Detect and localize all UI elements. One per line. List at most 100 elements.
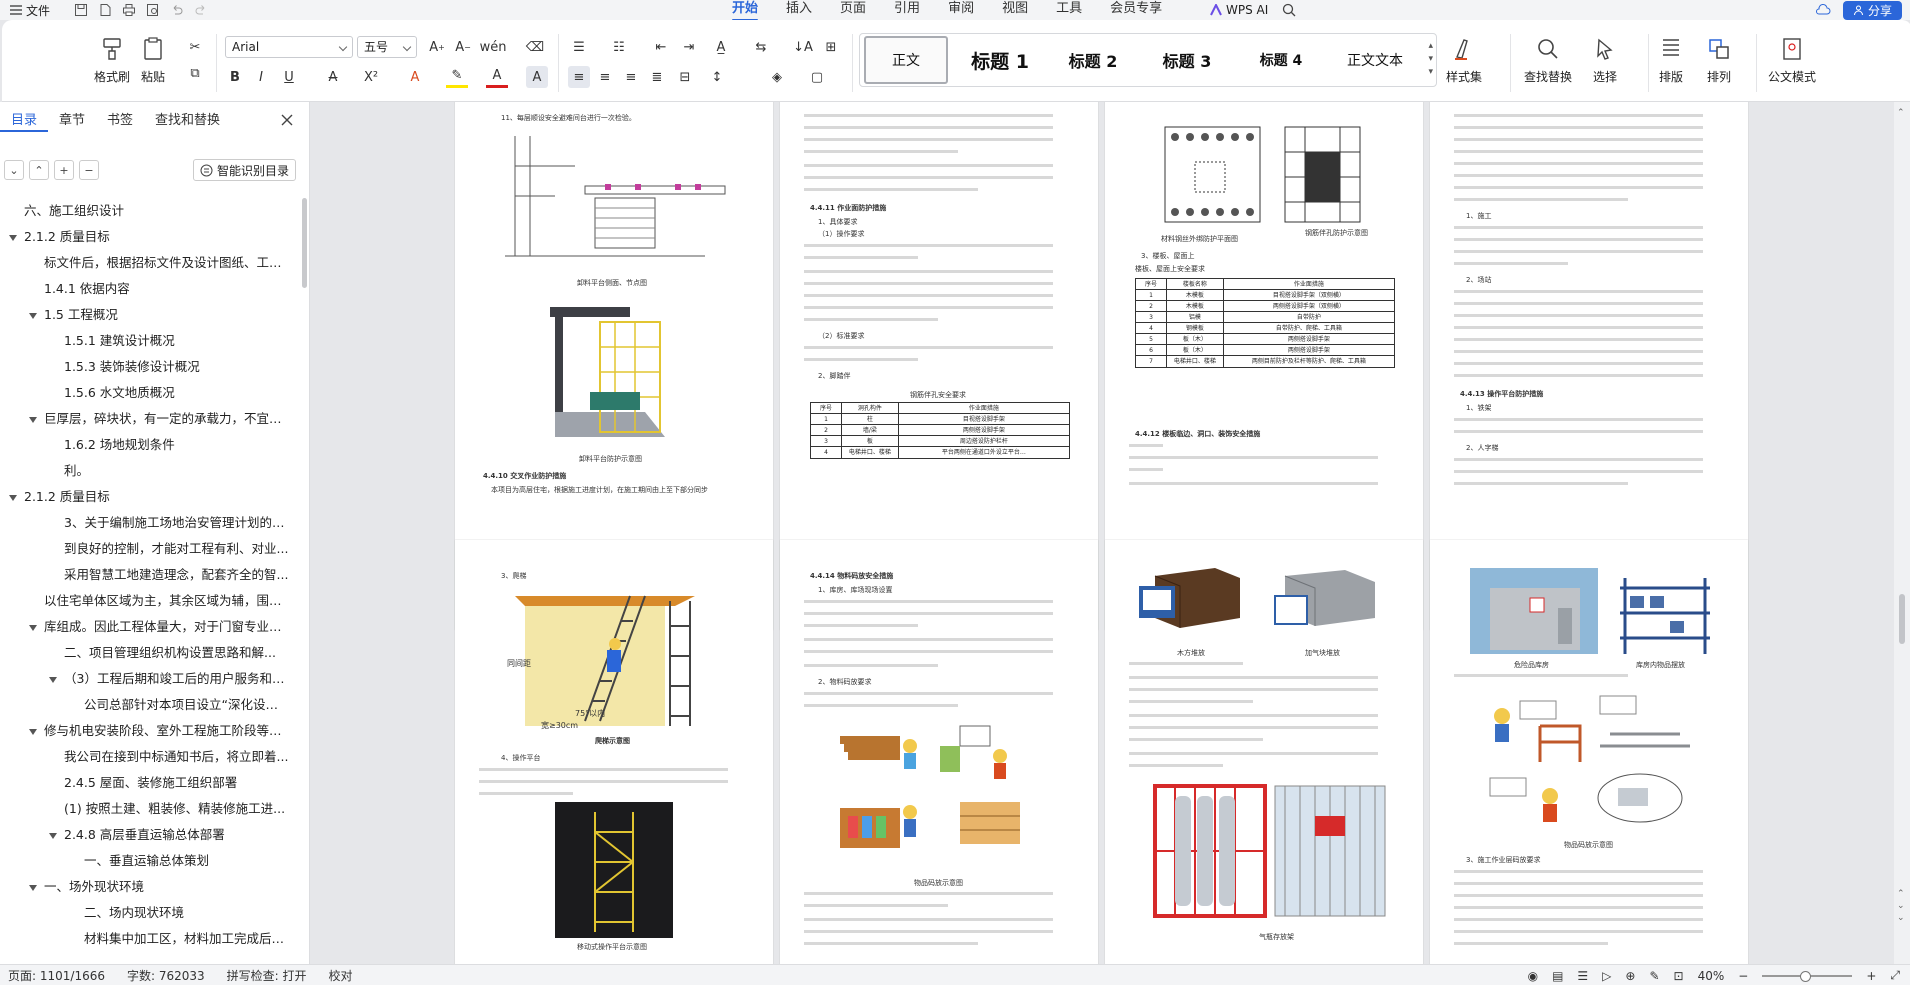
- text-direction-icon[interactable]: ⇆: [750, 36, 772, 58]
- cloud-sync-icon[interactable]: [1815, 3, 1831, 17]
- toc-item[interactable]: 标文件后，根据招标文件及设计图纸、工程...: [0, 250, 295, 276]
- toc-item[interactable]: 库组成。因此工程体量大，对于门窗专业、...: [0, 614, 295, 640]
- expand-up-icon[interactable]: ⌃: [29, 160, 49, 180]
- toc-item[interactable]: 巨厚层，碎块状，有一定的承载力，不宜作...: [0, 406, 295, 432]
- web-view-icon[interactable]: ⊕: [1625, 969, 1635, 983]
- superscript-icon[interactable]: X²: [360, 66, 382, 88]
- document-canvas[interactable]: 11、每层顺设安全避难间台进行一次检验。 卸料平台侧面、节点图 卸料平台防护示意…: [311, 102, 1894, 964]
- page-count[interactable]: 页面: 1101/1666: [8, 967, 105, 984]
- toc-item[interactable]: 2.1.2 质量目标: [0, 224, 295, 250]
- toc-item[interactable]: 1.5 工程概况: [0, 302, 295, 328]
- arrange-button[interactable]: 排列: [1706, 36, 1732, 85]
- nav-tab-toc[interactable]: 目录: [0, 110, 49, 132]
- toc-item[interactable]: 1.4.1 依据内容: [0, 276, 295, 302]
- expand-caret-icon[interactable]: [29, 417, 37, 423]
- nav-tab-chapters[interactable]: 章节: [48, 110, 96, 132]
- toc-item[interactable]: 采用智慧工地建造理念，配套齐全的智...: [0, 562, 295, 588]
- format-painter-button[interactable]: 格式刷: [94, 36, 130, 85]
- print-preview-icon[interactable]: [146, 3, 160, 17]
- official-doc-mode-button[interactable]: 公文模式: [1768, 36, 1816, 85]
- eye-protection-icon[interactable]: ◉: [1528, 969, 1538, 983]
- toc-item[interactable]: 我公司在接到中标通知书后，将立即着...: [0, 744, 295, 770]
- decrease-indent-icon[interactable]: ⇤: [650, 36, 672, 58]
- text-effect-icon[interactable]: A: [404, 66, 426, 88]
- toc-item[interactable]: 1.6.2 场地规划条件: [0, 432, 295, 458]
- shrink-font-icon[interactable]: A −: [452, 36, 474, 58]
- phonetic-guide-icon[interactable]: wén: [480, 36, 507, 58]
- vertical-scrollbar[interactable]: ⌃ ⌃ ⌄ ⌄: [1894, 102, 1910, 964]
- close-icon[interactable]: [279, 112, 295, 128]
- highlight-icon[interactable]: ✎: [446, 66, 468, 88]
- tab-view[interactable]: 视图: [988, 0, 1042, 20]
- collapse-all-icon[interactable]: ⌄: [4, 160, 24, 180]
- sort-icon[interactable]: ↓A: [792, 36, 814, 58]
- toc-item[interactable]: 修与机电安装阶段、室外工程施工阶段等不...: [0, 718, 295, 744]
- expand-caret-icon[interactable]: [9, 235, 17, 241]
- style-normal[interactable]: 正文: [864, 36, 948, 84]
- layout-button[interactable]: 排版: [1658, 36, 1684, 85]
- toc-item[interactable]: 以住宅单体区域为主，其余区域为辅，围绕...: [0, 588, 295, 614]
- nav-tab-bookmarks[interactable]: 书签: [96, 110, 144, 132]
- toc-item[interactable]: 材料集中加工区，材料加工完成后，...: [0, 926, 295, 952]
- expand-caret-icon[interactable]: [49, 677, 57, 683]
- char-shading-icon[interactable]: A: [526, 66, 548, 88]
- tab-tools[interactable]: 工具: [1042, 0, 1096, 20]
- spell-check-toggle[interactable]: 拼写检查: 打开: [227, 967, 307, 984]
- underline-icon[interactable]: U: [278, 66, 300, 88]
- wps-ai-button[interactable]: WPS AI: [1210, 0, 1296, 20]
- show-marks-icon[interactable]: ⊞: [820, 36, 842, 58]
- expand-caret-icon[interactable]: [49, 833, 57, 839]
- bold-icon[interactable]: B: [224, 66, 246, 88]
- toc-item[interactable]: 利。: [0, 458, 295, 484]
- copy-icon[interactable]: ⧉: [184, 62, 206, 84]
- fullscreen-icon[interactable]: ⤢: [1890, 968, 1900, 983]
- font-family-select[interactable]: Arial: [225, 36, 353, 58]
- bullet-list-icon[interactable]: ☰: [568, 36, 590, 58]
- toc-item[interactable]: 1.5.6 水文地质概况: [0, 380, 295, 406]
- toc-item[interactable]: 1.5.1 建筑设计概况: [0, 328, 295, 354]
- chinese-layout-icon[interactable]: A̲: [710, 36, 732, 58]
- increase-indent-icon[interactable]: ⇥: [678, 36, 700, 58]
- toc-item[interactable]: 二、场内现状环境: [0, 900, 295, 926]
- tab-review[interactable]: 审阅: [934, 0, 988, 20]
- cut-icon[interactable]: ✂: [184, 36, 206, 58]
- page-nav-icons[interactable]: ⌃ ⌄ ⌄: [1897, 888, 1905, 924]
- numbered-list-icon[interactable]: ☷: [608, 36, 630, 58]
- tab-insert[interactable]: 插入: [772, 0, 826, 20]
- style-body-text[interactable]: 正文文本: [1330, 36, 1420, 84]
- zoom-level[interactable]: 40%: [1698, 969, 1725, 983]
- grow-font-icon[interactable]: A +: [426, 36, 448, 58]
- outline-view-icon[interactable]: ☰: [1577, 969, 1588, 983]
- expand-caret-icon[interactable]: [29, 729, 37, 735]
- strikethrough-icon[interactable]: A: [322, 66, 344, 88]
- print-icon[interactable]: [122, 3, 136, 17]
- word-count[interactable]: 字数: 762033: [127, 967, 205, 984]
- tab-references[interactable]: 引用: [880, 0, 934, 20]
- style-heading-2[interactable]: 标题 2: [1048, 36, 1138, 84]
- zoom-in-icon[interactable]: +: [1866, 969, 1876, 983]
- style-heading-4[interactable]: 标题 4: [1236, 36, 1326, 84]
- scroll-up-icon[interactable]: ⌃: [1897, 108, 1905, 118]
- expand-caret-icon[interactable]: [29, 313, 37, 319]
- justify-icon[interactable]: ≣: [646, 66, 668, 88]
- toc-item[interactable]: (1) 按照土建、粗装修、精装修施工进...: [0, 796, 295, 822]
- toc-item[interactable]: 1.5.3 装饰装修设计概况: [0, 354, 295, 380]
- nav-scrollbar[interactable]: [302, 198, 307, 288]
- font-size-select[interactable]: 五号: [357, 36, 417, 58]
- scrollbar-thumb[interactable]: [1899, 594, 1905, 644]
- toc-item[interactable]: 一、场外现状环境: [0, 874, 295, 900]
- page-view-icon[interactable]: ▤: [1552, 969, 1563, 983]
- export-pdf-icon[interactable]: [98, 3, 112, 17]
- align-left-icon[interactable]: ≡: [568, 66, 590, 88]
- distributed-align-icon[interactable]: ⊟: [674, 66, 696, 88]
- toc-item[interactable]: 到良好的控制，才能对工程有利、对业...: [0, 536, 295, 562]
- toc-item[interactable]: （3）工程后期和竣工后的用户服务和保...: [0, 666, 295, 692]
- line-spacing-icon[interactable]: ↕: [706, 66, 728, 88]
- align-center-icon[interactable]: ≡: [594, 66, 616, 88]
- align-right-icon[interactable]: ≡: [620, 66, 642, 88]
- write-mode-icon[interactable]: ✎: [1649, 969, 1659, 983]
- toc-item[interactable]: 一、垂直运输总体策划: [0, 848, 295, 874]
- paste-button[interactable]: 粘贴: [140, 36, 166, 85]
- save-icon[interactable]: [74, 3, 88, 17]
- find-replace-button[interactable]: 查找替换: [1524, 36, 1572, 85]
